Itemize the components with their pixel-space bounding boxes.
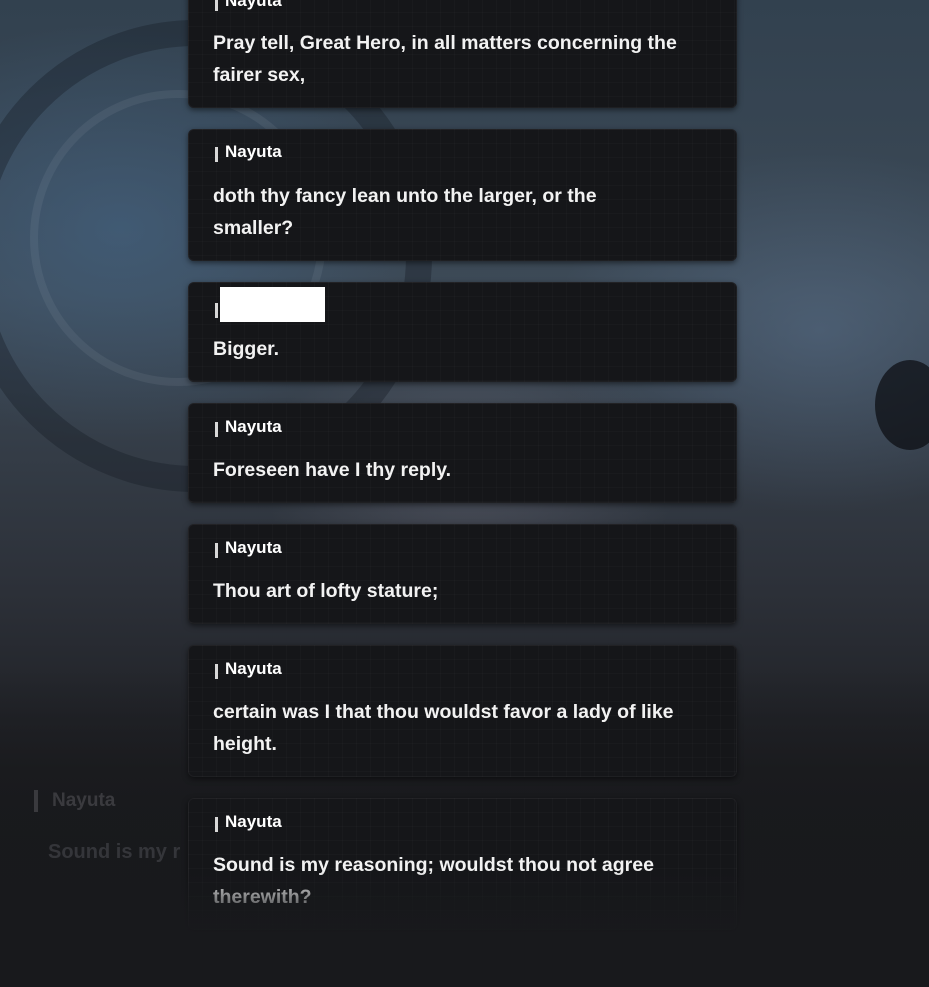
dialogue-text: Pray tell, Great Hero, in all matters co… bbox=[213, 32, 677, 86]
log-entry: Nayuta Sound is my reasoning; wouldst th… bbox=[188, 798, 737, 930]
speaker-label: Nayuta bbox=[225, 659, 282, 678]
speaker-label: Nayuta bbox=[225, 417, 282, 436]
log-entry: Nayuta Thou art of lofty stature; bbox=[188, 524, 737, 624]
log-entry: Nayuta doth thy fancy lean unto the larg… bbox=[188, 129, 737, 261]
log-entry: Nayuta Pray tell, Great Hero, in all mat… bbox=[188, 0, 737, 108]
speaker-bar-icon bbox=[215, 543, 218, 558]
speaker-bar-icon bbox=[215, 664, 218, 679]
speaker-bar-icon bbox=[215, 147, 218, 162]
speaker-name: Nayuta bbox=[213, 0, 282, 11]
speaker-bar-icon bbox=[215, 0, 218, 11]
speaker-label: Nayuta bbox=[225, 538, 282, 557]
speaker-label: Nayuta bbox=[225, 812, 282, 831]
log-entry: Nayuta certain was I that thou wouldst f… bbox=[188, 645, 737, 777]
speaker-name: Nayuta bbox=[213, 142, 282, 162]
log-entry: Nayuta Foreseen have I thy reply. bbox=[188, 403, 737, 503]
dialogue-text: Bigger. bbox=[213, 338, 280, 360]
dialogue-log[interactable]: Nayuta Pray tell, Great Hero, in all mat… bbox=[0, 0, 929, 987]
speaker-name: Nayuta bbox=[213, 417, 282, 437]
dialogue-text: Foreseen have I thy reply. bbox=[213, 459, 452, 481]
speaker-bar-icon bbox=[215, 817, 218, 832]
log-entry: Bigger. bbox=[188, 282, 737, 382]
speaker-name: Nayuta bbox=[213, 812, 282, 832]
speaker-label: Nayuta bbox=[225, 142, 282, 161]
speaker-name: Nayuta bbox=[213, 538, 282, 558]
redacted-name-box bbox=[220, 287, 325, 322]
speaker-label: Nayuta bbox=[225, 0, 282, 10]
dialogue-text: doth thy fancy lean unto the larger, or … bbox=[213, 185, 597, 239]
speaker-bar-icon bbox=[215, 303, 218, 318]
dialogue-text: Sound is my reasoning; wouldst thou not … bbox=[213, 854, 654, 908]
dialogue-text: Thou art of lofty stature; bbox=[213, 580, 439, 602]
dialogue-text: certain was I that thou wouldst favor a … bbox=[213, 701, 674, 755]
speaker-name: Nayuta bbox=[213, 659, 282, 679]
speaker-bar-icon bbox=[215, 422, 218, 437]
